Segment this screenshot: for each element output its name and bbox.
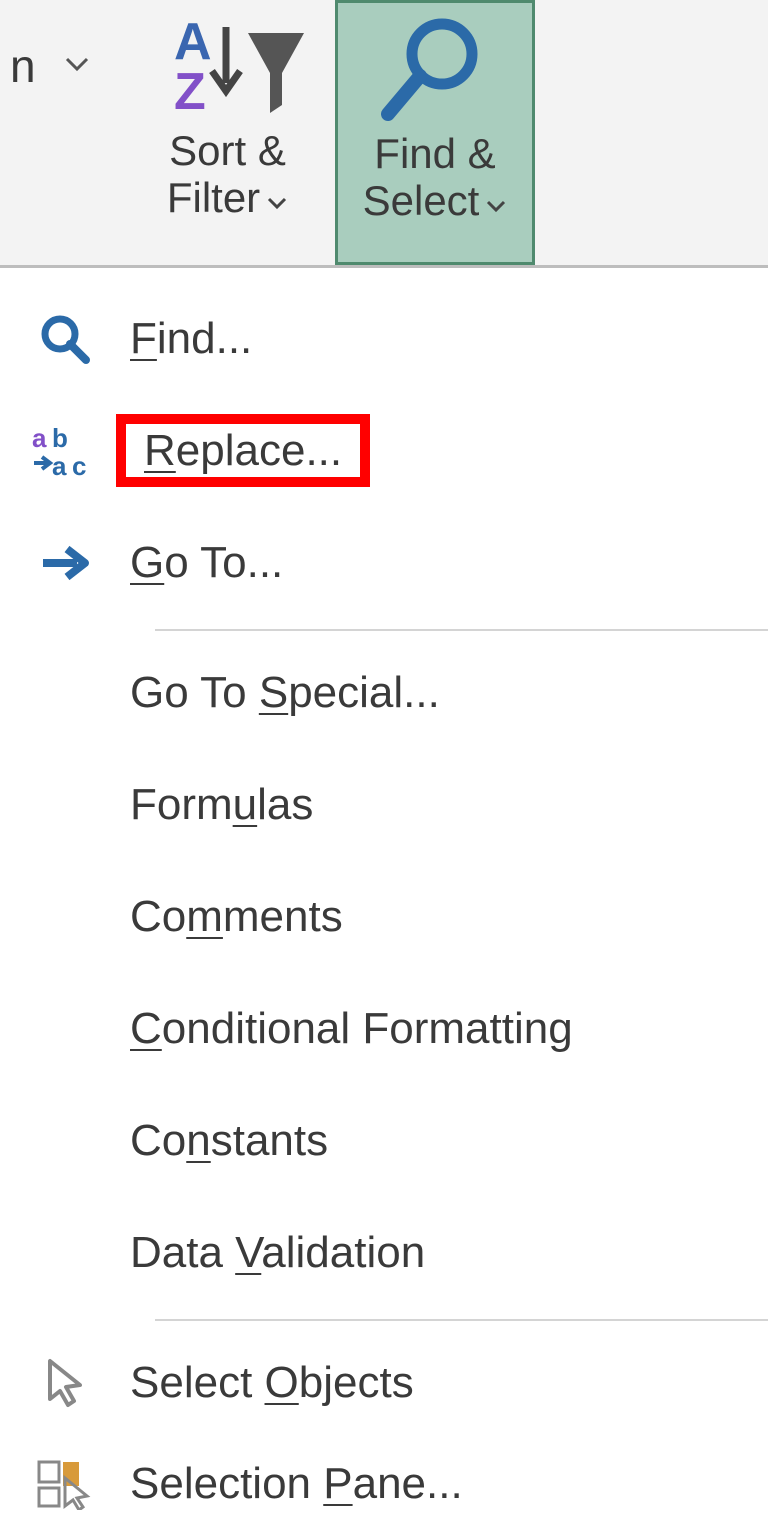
dropdown-caret-icon[interactable] <box>64 49 90 83</box>
sort-filter-label-1: Sort & <box>169 127 286 174</box>
ribbon: n A Z Sort & Filter <box>0 0 768 268</box>
menu-item-data-validation[interactable]: Data Validation <box>0 1197 768 1309</box>
svg-text:a: a <box>52 451 67 479</box>
replace-icon: a b a c <box>0 423 130 479</box>
arrow-right-icon <box>0 543 130 583</box>
svg-text:b: b <box>52 423 68 453</box>
ribbon-fragment: n <box>0 0 120 265</box>
svg-text:a: a <box>32 423 47 453</box>
menu-item-goto[interactable]: Go To... <box>0 507 768 619</box>
menu-separator <box>155 629 768 631</box>
menu-item-selection-pane[interactable]: Selection Pane... <box>0 1439 768 1529</box>
menu-item-replace[interactable]: a b a c Replace... <box>0 395 768 507</box>
ribbon-fragment-letter: n <box>10 39 36 93</box>
menu-item-go-to-special[interactable]: Go To Special... <box>0 637 768 749</box>
selection-pane-icon <box>0 1458 130 1510</box>
highlight-box: Replace... <box>116 414 370 487</box>
menu-item-comments[interactable]: Comments <box>0 861 768 973</box>
chevron-down-icon <box>266 174 288 221</box>
sort-filter-icon: A Z <box>148 13 308 118</box>
find-select-label-1: Find & <box>374 130 495 177</box>
magnifier-icon <box>370 14 500 124</box>
find-select-label-2: Select <box>363 177 480 224</box>
sort-filter-label-2: Filter <box>167 174 260 221</box>
menu-item-find[interactable]: Find... <box>0 283 768 395</box>
menu-separator <box>155 1319 768 1321</box>
find-and-select-button[interactable]: Find & Select <box>335 0 535 265</box>
menu-item-conditional-formatting[interactable]: Conditional Formatting <box>0 973 768 1085</box>
svg-text:Z: Z <box>174 63 206 118</box>
chevron-down-icon <box>485 177 507 224</box>
menu-item-constants[interactable]: Constants <box>0 1085 768 1197</box>
search-icon <box>0 310 130 368</box>
ribbon-spacer <box>535 0 768 265</box>
svg-text:c: c <box>72 451 86 479</box>
sort-and-filter-button[interactable]: A Z Sort & Filter <box>120 0 335 265</box>
menu-item-formulas[interactable]: Formulas <box>0 749 768 861</box>
menu-item-select-objects[interactable]: Select Objects <box>0 1327 768 1439</box>
cursor-icon <box>0 1355 130 1411</box>
find-select-menu: Find... a b a c Replace... Go To... Go <box>0 268 768 1539</box>
